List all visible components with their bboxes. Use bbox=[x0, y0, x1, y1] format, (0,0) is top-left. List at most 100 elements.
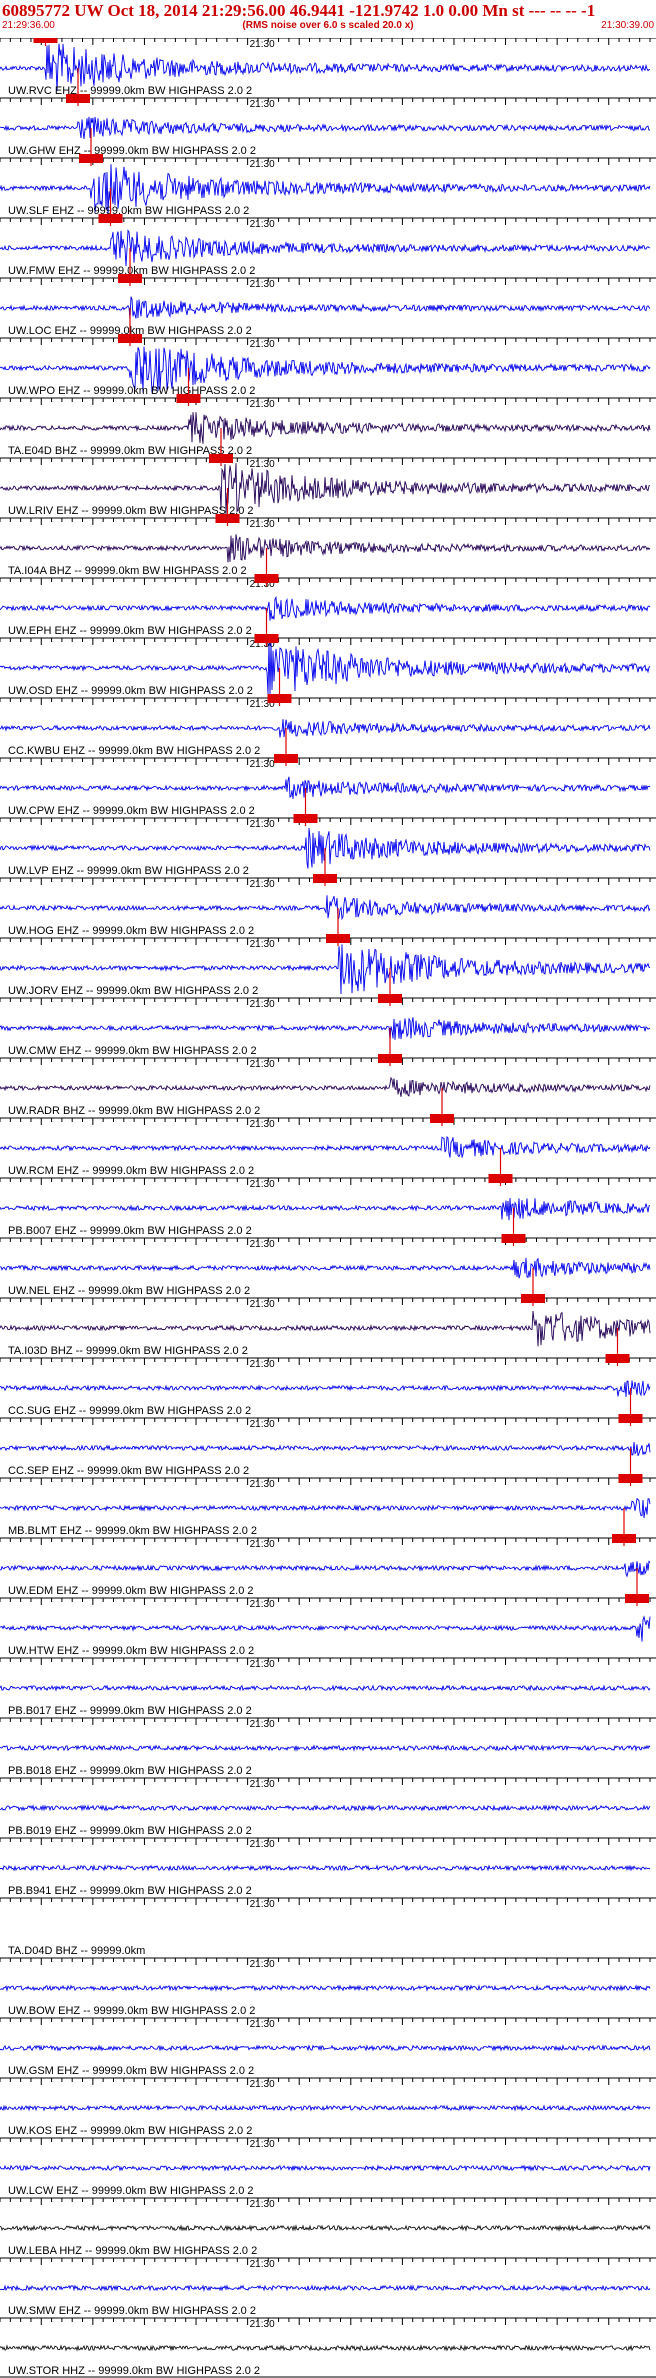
station-label: UW.STOR HHZ -- 99999.0km BW HIGHPASS 2.0… bbox=[8, 2365, 260, 2377]
time-mark-label: 21:30 bbox=[250, 2199, 275, 2210]
station-label: UW.EPH EHZ -- 99999.0km BW HIGHPASS 2.0 … bbox=[8, 625, 252, 637]
chart-title: 60895772 UW Oct 18, 2014 21:29:56.00 46.… bbox=[2, 1, 596, 20]
pick-marker bbox=[98, 214, 123, 223]
station-label: UW.LEBA HHZ -- 99999.0km BW HIGHPASS 2.0… bbox=[8, 2245, 257, 2257]
time-mark-label: 21:30 bbox=[250, 1959, 275, 1970]
station-label: UW.SLF EHZ -- 99999.0km BW HIGHPASS 2.0 … bbox=[8, 205, 249, 217]
pick-marker bbox=[326, 934, 350, 943]
time-mark-label: 21:30 bbox=[250, 339, 275, 350]
waveform-trace bbox=[0, 1684, 651, 1692]
station-label: UW.BOW EHZ -- 99999.0km BW HIGHPASS 2.0 … bbox=[8, 2005, 255, 2017]
station-label: TA.D04D BHZ -- 99999.0km bbox=[8, 1945, 145, 1957]
station-label: UW.RADR BHZ -- 99999.0km BW HIGHPASS 2.0… bbox=[8, 1105, 260, 1117]
station-label: UW.HOG EHZ -- 99999.0km BW HIGHPASS 2.0 … bbox=[8, 925, 254, 937]
waveform-trace bbox=[0, 1380, 651, 1398]
waveform-trace bbox=[0, 595, 651, 621]
time-mark-label: 21:30 bbox=[250, 1359, 275, 1370]
station-label: UW.RVC EHZ -- 99999.0km BW HIGHPASS 2.0 … bbox=[8, 85, 252, 97]
waveform-trace bbox=[0, 1615, 651, 1642]
station-label: UW.SMW EHZ -- 99999.0km BW HIGHPASS 2.0 … bbox=[8, 2305, 256, 2317]
pick-marker bbox=[118, 334, 142, 343]
pick-marker bbox=[66, 94, 90, 103]
waveform-trace bbox=[0, 1864, 651, 1872]
time-mark-label: 21:30 bbox=[250, 999, 275, 1010]
time-mark-label: 21:30 bbox=[250, 159, 275, 170]
waveform-trace bbox=[0, 43, 651, 92]
station-label: UW.CPW EHZ -- 99999.0km BW HIGHPASS 2.0 … bbox=[8, 805, 255, 817]
waveform-trace bbox=[0, 1135, 651, 1158]
header: 60895772 UW Oct 18, 2014 21:29:56.00 46.… bbox=[0, 0, 656, 38]
station-label: UW.GSM EHZ -- 99999.0km BW HIGHPASS 2.0 … bbox=[8, 2065, 254, 2077]
time-mark-label: 21:30 bbox=[250, 1119, 275, 1130]
end-time: 21:30:39.00 bbox=[601, 20, 654, 31]
time-mark-label: 21:30 bbox=[250, 1299, 275, 1310]
pick-marker bbox=[254, 634, 279, 643]
waveform-trace bbox=[0, 1076, 651, 1097]
waveform-trace bbox=[0, 895, 651, 922]
station-label: PB.B941 EHZ -- 99999.0km BW HIGHPASS 2.0… bbox=[8, 1885, 252, 1897]
waveform-trace bbox=[0, 1744, 651, 1752]
pick-marker bbox=[254, 574, 279, 583]
pick-marker bbox=[378, 994, 402, 1003]
station-label: PB.B017 EHZ -- 99999.0km BW HIGHPASS 2.0… bbox=[8, 1705, 252, 1717]
waveform-trace bbox=[0, 2284, 651, 2292]
station-label: UW.KOS EHZ -- 99999.0km BW HIGHPASS 2.0 … bbox=[8, 2125, 252, 2137]
station-label: CC.SEP EHZ -- 99999.0km BW HIGHPASS 2.0 … bbox=[8, 1465, 249, 1477]
pick-marker bbox=[209, 454, 233, 463]
waveform-trace bbox=[0, 412, 651, 444]
station-label: UW.NEL EHZ -- 99999.0km BW HIGHPASS 2.0 … bbox=[8, 1285, 250, 1297]
time-mark-label: 21:30 bbox=[250, 459, 275, 470]
waveform-trace bbox=[0, 1804, 651, 1812]
waveform-trace bbox=[0, 1310, 651, 1347]
station-label: CC.SUG EHZ -- 99999.0km BW HIGHPASS 2.0 … bbox=[8, 1405, 251, 1417]
time-mark-label: 21:30 bbox=[250, 2259, 275, 2270]
time-mark-label: 21:30 bbox=[250, 2019, 275, 2030]
station-label: PB.B018 EHZ -- 99999.0km BW HIGHPASS 2.0… bbox=[8, 1765, 252, 1777]
pick-marker bbox=[625, 1594, 649, 1603]
time-mark-label: 21:30 bbox=[250, 1059, 275, 1070]
station-label: UW.WPO EHZ -- 99999.0km BW HIGHPASS 2.0 … bbox=[8, 385, 255, 397]
time-mark-label: 21:30 bbox=[250, 1179, 275, 1190]
station-label: TA.I03D BHZ -- 99999.0km BW HIGHPASS 2.0… bbox=[8, 1345, 248, 1357]
time-mark-label: 21:30 bbox=[250, 1419, 275, 1430]
pick-marker bbox=[267, 694, 292, 703]
station-label: PB.B019 EHZ -- 99999.0km BW HIGHPASS 2.0… bbox=[8, 1825, 252, 1837]
time-mark-label: 21:30 bbox=[250, 819, 275, 830]
pick-marker bbox=[79, 154, 103, 163]
time-mark-label: 21:30 bbox=[250, 1239, 275, 1250]
time-mark-label: 21:30 bbox=[250, 2139, 275, 2150]
station-label: UW.RCM EHZ -- 99999.0km BW HIGHPASS 2.0 … bbox=[8, 1165, 254, 1177]
time-mark-label: 21:30 bbox=[250, 519, 275, 530]
time-mark-label: 21:30 bbox=[250, 1899, 275, 1910]
pick-marker bbox=[293, 814, 318, 823]
time-mark-label: 21:30 bbox=[250, 39, 275, 50]
waveform-trace bbox=[0, 2344, 651, 2352]
waveform-trace bbox=[0, 534, 651, 563]
pick-marker bbox=[378, 1054, 402, 1063]
waveform-trace bbox=[0, 1984, 651, 1992]
time-mark-label: 21:30 bbox=[250, 939, 275, 950]
waveform-trace bbox=[0, 296, 651, 320]
pick-marker bbox=[118, 274, 142, 283]
station-label: UW.JORV EHZ -- 99999.0km BW HIGHPASS 2.0… bbox=[8, 985, 258, 997]
time-mark-label: 21:30 bbox=[250, 1479, 275, 1490]
time-mark-label: 21:30 bbox=[250, 279, 275, 290]
pick-marker bbox=[430, 1114, 454, 1123]
time-mark-label: 21:30 bbox=[250, 1779, 275, 1790]
waveform-trace bbox=[0, 116, 651, 140]
pick-marker bbox=[215, 514, 240, 523]
station-label: MB.BLMT EHZ -- 99999.0km BW HIGHPASS 2.0… bbox=[8, 1525, 257, 1537]
pick-marker bbox=[618, 1474, 643, 1483]
station-label: UW.LCW EHZ -- 99999.0km BW HIGHPASS 2.0 … bbox=[8, 2185, 254, 2197]
station-label: UW.CMW EHZ -- 99999.0km BW HIGHPASS 2.0 … bbox=[8, 1045, 257, 1057]
station-label: UW.LVP EHZ -- 99999.0km BW HIGHPASS 2.0 … bbox=[8, 865, 249, 877]
time-mark-label: 21:30 bbox=[250, 1599, 275, 1610]
pick-marker bbox=[618, 1414, 643, 1423]
waveform-trace bbox=[0, 1560, 651, 1578]
time-mark-label: 21:30 bbox=[250, 1659, 275, 1670]
pick-marker bbox=[33, 38, 58, 43]
pick-marker bbox=[605, 1354, 630, 1363]
waveform-trace bbox=[0, 229, 651, 267]
time-mark-label: 21:30 bbox=[250, 1719, 275, 1730]
time-mark-label: 21:30 bbox=[250, 879, 275, 890]
